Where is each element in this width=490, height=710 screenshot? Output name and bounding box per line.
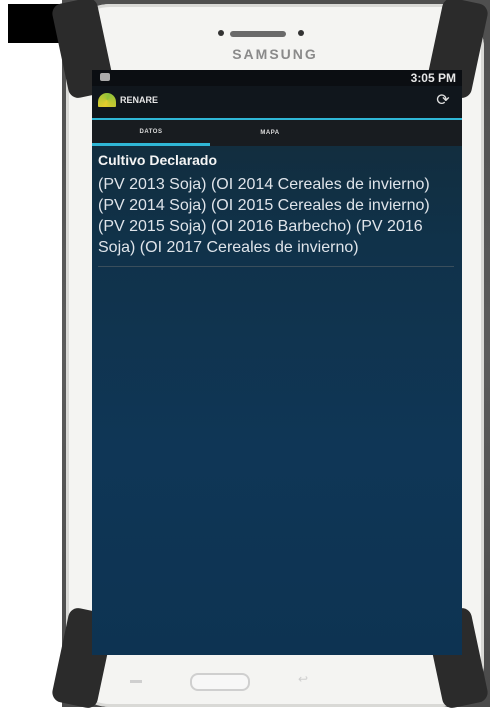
notification-icon (100, 73, 110, 81)
tab-mapa[interactable]: MAPA (210, 120, 330, 146)
section-body: (PV 2013 Soja) (OI 2014 Cereales de invi… (98, 176, 430, 256)
tab-datos[interactable]: DATOS (92, 120, 210, 146)
tablet-screen: 3:05 PM RENARE ⟳ DATOS MAPA Cultivo Decl… (92, 70, 462, 655)
app-title: RENARE (120, 95, 159, 105)
device-brand: SAMSUNG (232, 46, 318, 62)
refresh-icon[interactable]: ⟳ (434, 92, 452, 110)
divider (98, 266, 454, 267)
camera-icon (218, 30, 224, 36)
back-key-icon[interactable]: ↩ (298, 672, 308, 686)
sensor-icon (298, 30, 304, 36)
home-button[interactable] (190, 673, 250, 691)
tab-bar: DATOS MAPA (92, 120, 462, 146)
speaker-grille (230, 31, 286, 37)
app-logo-icon (98, 93, 116, 107)
action-bar: RENARE ⟳ (92, 86, 462, 120)
status-bar: 3:05 PM (92, 70, 462, 86)
status-time: 3:05 PM (410, 71, 456, 85)
content-area: Cultivo Declarado (PV 2013 Soja) (OI 201… (92, 146, 462, 267)
menu-key-icon[interactable] (130, 680, 142, 683)
section-title: Cultivo Declarado (98, 152, 218, 168)
